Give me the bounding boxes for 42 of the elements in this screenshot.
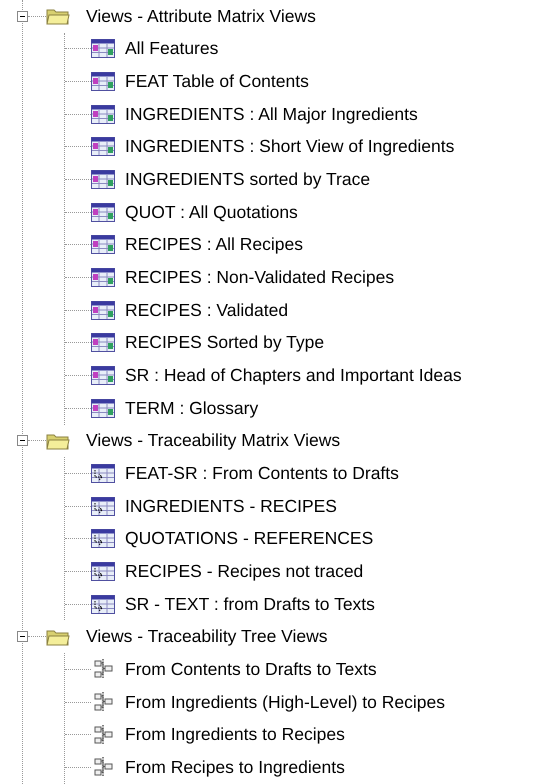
matrix-icon bbox=[91, 170, 115, 190]
view-item[interactable]: All Features bbox=[123, 38, 220, 60]
view-item[interactable]: RECIPES - Recipes not traced bbox=[123, 560, 366, 582]
matrix-icon bbox=[91, 398, 115, 418]
matrix-icon bbox=[91, 333, 115, 352]
view-item[interactable]: RECIPES : Non-Validated Recipes bbox=[123, 267, 396, 288]
folder-label[interactable]: Views - Traceability Matrix Views bbox=[84, 430, 342, 452]
view-item[interactable]: QUOTATIONS - REFERENCES bbox=[123, 528, 376, 550]
matrix-icon bbox=[91, 72, 115, 92]
view-item[interactable]: RECIPES Sorted by Type bbox=[123, 332, 326, 354]
collapse-button[interactable] bbox=[17, 435, 28, 446]
collapse-button[interactable] bbox=[17, 10, 28, 22]
matrix-icon bbox=[91, 202, 115, 222]
view-item[interactable]: From Ingredients (High-Level) to Recipes bbox=[123, 692, 447, 713]
matrix-icon bbox=[91, 300, 115, 320]
view-item[interactable]: From Contents to Drafts to Texts bbox=[123, 658, 379, 680]
view-item[interactable]: INGREDIENTS - RECIPES bbox=[123, 496, 339, 517]
matrix-icon bbox=[91, 39, 115, 58]
view-item[interactable]: From Ingredients to Recipes bbox=[123, 724, 347, 746]
matrix-icon bbox=[91, 268, 115, 288]
matrix-icon bbox=[91, 366, 115, 386]
matrix-icon bbox=[91, 137, 115, 156]
view-item[interactable]: RECIPES : Validated bbox=[123, 300, 290, 321]
collapse-button[interactable] bbox=[17, 631, 28, 642]
matrix-icon bbox=[91, 235, 115, 254]
view-item[interactable]: From Recipes to Ingredients bbox=[123, 756, 347, 778]
view-item[interactable]: RECIPES : All Recipes bbox=[123, 234, 305, 256]
view-item[interactable]: TERM : Glossary bbox=[123, 398, 260, 419]
folder-icon bbox=[46, 432, 70, 450]
view-item[interactable]: SR : Head of Chapters and Important Ideas bbox=[123, 365, 464, 386]
view-item[interactable]: SR - TEXT : from Drafts to Texts bbox=[123, 594, 377, 615]
view-item[interactable]: INGREDIENTS : All Major Ingredients bbox=[123, 104, 420, 125]
folder-icon bbox=[46, 7, 70, 26]
view-item[interactable]: INGREDIENTS : Short View of Ingredients bbox=[123, 136, 456, 158]
view-item[interactable]: FEAT-SR : From Contents to Drafts bbox=[123, 463, 401, 484]
view-item[interactable]: QUOT : All Quotations bbox=[123, 202, 300, 223]
folder-label[interactable]: Views - Attribute Matrix Views bbox=[84, 6, 318, 27]
matrix-icon bbox=[91, 104, 115, 124]
view-item[interactable]: INGREDIENTS sorted by Trace bbox=[123, 169, 372, 190]
folder-label[interactable]: Views - Traceability Tree Views bbox=[84, 626, 330, 648]
folder-icon bbox=[46, 628, 70, 646]
view-item[interactable]: FEAT Table of Contents bbox=[123, 71, 311, 92]
